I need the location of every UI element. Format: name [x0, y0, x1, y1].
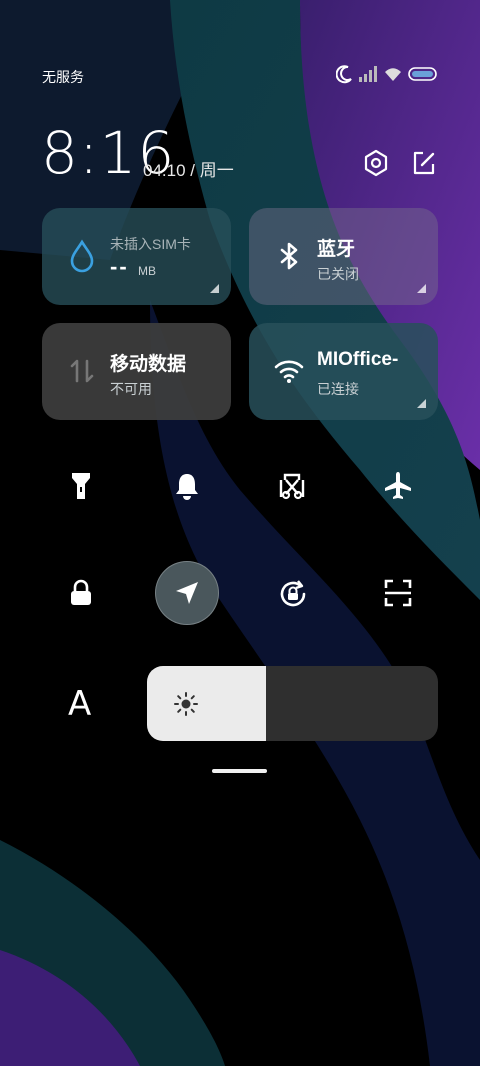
- brightness-fill: [147, 666, 267, 741]
- silent-toggle[interactable]: [155, 454, 219, 518]
- auto-brightness-label: A: [68, 684, 92, 724]
- drag-handle[interactable]: [212, 769, 267, 773]
- bell-icon: [176, 474, 198, 500]
- settings-icon[interactable]: [361, 148, 391, 178]
- tile-data-usage-unit: MB: [138, 264, 156, 278]
- tile-bluetooth-subtitle: 已关闭: [317, 266, 359, 282]
- wifi-icon: [274, 360, 304, 383]
- flashlight-icon: [72, 473, 90, 499]
- carrier-label: 无服务: [42, 69, 84, 85]
- tile-corner-indicator: [417, 399, 426, 408]
- flashlight-toggle[interactable]: [49, 454, 113, 518]
- control-center: 无服务 8:16 04.10 / 周一 未插入SIM卡 -- MB 蓝牙 已关闭…: [0, 0, 480, 1066]
- screenshot-icon: [279, 473, 305, 500]
- date-label: 04.10 / 周一: [143, 161, 234, 180]
- auto-rotate-toggle[interactable]: [260, 561, 324, 625]
- signal-icon: [359, 66, 377, 82]
- mobile-data-icon: [70, 359, 94, 383]
- tile-corner-indicator: [210, 284, 219, 293]
- tile-data-usage-value: --: [110, 254, 129, 279]
- tile-corner-indicator: [417, 284, 426, 293]
- location-toggle[interactable]: [155, 561, 219, 625]
- bluetooth-icon: [280, 242, 298, 270]
- moon-icon: [336, 65, 352, 84]
- screenshot-toggle[interactable]: [260, 454, 324, 518]
- tile-data-usage-subtitle: 未插入SIM卡: [110, 236, 191, 252]
- tile-wifi-title: MIOffice-: [317, 349, 399, 370]
- tile-wifi[interactable]: MIOffice- 已连接: [249, 323, 438, 420]
- tile-mobile-data-title: 移动数据: [110, 354, 187, 375]
- water-drop-icon: [70, 239, 94, 273]
- tile-data-usage[interactable]: 未插入SIM卡 -- MB: [42, 208, 231, 305]
- status-icons: [336, 64, 440, 88]
- scan-toggle[interactable]: [366, 561, 430, 625]
- lock-icon: [71, 579, 91, 605]
- header: 8:16 04.10 / 周一: [0, 118, 480, 188]
- tile-mobile-data-subtitle: 不可用: [110, 381, 152, 397]
- location-icon: [176, 582, 198, 604]
- scan-icon: [384, 579, 412, 607]
- brightness-slider[interactable]: [147, 666, 438, 741]
- tile-mobile-data[interactable]: 移动数据 不可用: [42, 323, 231, 420]
- airplane-icon: [385, 472, 411, 499]
- sun-icon: [174, 692, 198, 716]
- edit-icon[interactable]: [409, 148, 439, 178]
- auto-rotate-icon: [280, 580, 306, 607]
- tile-bluetooth-title: 蓝牙: [317, 239, 356, 260]
- battery-icon: [408, 67, 437, 81]
- auto-brightness-button[interactable]: A: [60, 682, 104, 726]
- tile-bluetooth[interactable]: 蓝牙 已关闭: [249, 208, 438, 305]
- tile-wifi-subtitle: 已连接: [317, 381, 359, 397]
- airplane-toggle[interactable]: [366, 454, 430, 518]
- status-bar: 无服务: [0, 58, 480, 94]
- lock-toggle[interactable]: [49, 561, 113, 625]
- wifi-status-icon: [385, 68, 401, 81]
